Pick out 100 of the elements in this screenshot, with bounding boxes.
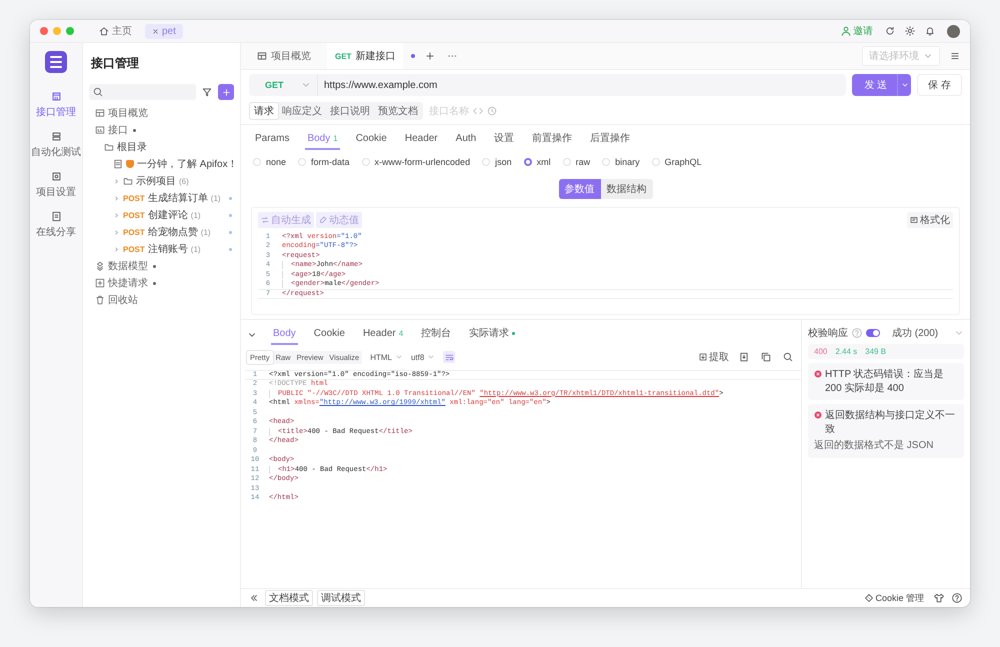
section-tab[interactable]: 接口说明: [326, 103, 374, 119]
request-tab[interactable]: Cookie: [354, 130, 389, 150]
response-tab[interactable]: Cookie: [312, 326, 347, 344]
error-detail: 返回的数据格式不是 JSON: [814, 439, 934, 452]
error-title: HTTP 状态码错误：应当是 200 实际却是 400: [825, 368, 945, 395]
validation-result[interactable]: 成功 (200): [892, 326, 938, 340]
body-type-option[interactable]: json: [482, 157, 512, 167]
add-button[interactable]: [218, 84, 234, 100]
chevron-icon[interactable]: [113, 228, 120, 236]
request-tab[interactable]: Auth: [454, 130, 478, 150]
wrap-button[interactable]: [443, 351, 456, 363]
close-icon: [152, 28, 159, 34]
tree-item[interactable]: 项目概览: [108, 106, 148, 120]
body-type-option[interactable]: binary: [602, 157, 640, 167]
body-type-option[interactable]: x-www-form-urlencoded: [362, 157, 470, 167]
response-tab[interactable]: Body: [271, 326, 298, 344]
mode-button[interactable]: 调试模式: [317, 590, 365, 606]
api-icon: [50, 91, 62, 102]
chevron-icon[interactable]: [113, 194, 120, 202]
shirt-icon[interactable]: [932, 591, 946, 605]
maximize-button[interactable]: [66, 27, 74, 35]
item-count: (1): [190, 244, 201, 254]
url-field[interactable]: GET https://www.example.com: [249, 74, 846, 96]
validation-label: 校验响应: [808, 326, 848, 340]
nav-item[interactable]: 项目设置: [36, 171, 76, 199]
cookie-button[interactable]: Cookie 管理: [865, 592, 924, 604]
nav-item[interactable]: 在线分享: [36, 211, 76, 239]
history-icon: [487, 106, 497, 116]
tree-item[interactable]: 注销账号: [148, 242, 188, 256]
editor-tab[interactable]: GET 新建接口: [327, 43, 404, 69]
response-tab[interactable]: Header 4: [360, 326, 406, 344]
copy-icon[interactable]: [759, 350, 773, 364]
tree-item[interactable]: 一分钟，了解 Apifox！: [137, 157, 238, 171]
tree-item[interactable]: 快捷请求: [108, 276, 148, 290]
section-tab[interactable]: 请求: [250, 103, 278, 119]
item-count: (1): [200, 228, 211, 236]
editor-tab[interactable]: 项目概览: [249, 43, 319, 69]
body-type-option[interactable]: raw: [562, 157, 590, 167]
chevron-icon[interactable]: [113, 178, 120, 184]
window-tab[interactable]: 主页: [92, 22, 139, 40]
chevron-icon[interactable]: [113, 246, 120, 252]
nav-item[interactable]: 自动化测试: [31, 131, 81, 159]
tree-item[interactable]: 接口: [108, 123, 128, 137]
encoding-select[interactable]: utf8: [410, 352, 436, 362]
error-title: 返回数据结构与接口定义不一致: [825, 409, 956, 436]
search-icon: [93, 87, 103, 97]
error-icon: [814, 411, 822, 419]
view-toggle[interactable]: 参数值: [558, 179, 600, 199]
tree-item[interactable]: 根目录: [117, 140, 147, 154]
method-label: POST: [123, 210, 145, 220]
request-tab[interactable]: 设置: [492, 129, 516, 151]
section-tab[interactable]: 预览文档: [374, 103, 422, 119]
request-tab[interactable]: Params: [253, 130, 292, 150]
request-tab[interactable]: 后置操作: [588, 129, 632, 151]
status-dot: [229, 230, 232, 234]
emoji-icon: [126, 160, 134, 168]
chevron-icon[interactable]: [113, 212, 120, 218]
radio-button[interactable]: [524, 158, 532, 166]
request-tab[interactable]: 前置操作: [530, 129, 574, 151]
close-button[interactable]: [40, 27, 48, 35]
request-tab[interactable]: Header: [402, 130, 440, 150]
extract-icon: [699, 353, 707, 361]
caret-icon[interactable]: [153, 282, 156, 284]
settings-icon[interactable]: [903, 24, 917, 38]
body-type-option[interactable]: form-data: [298, 157, 350, 167]
body-type-option[interactable]: xml: [524, 157, 551, 167]
tree-item[interactable]: 给宠物点赞: [148, 225, 198, 239]
response-tab[interactable]: 控制台: [419, 324, 454, 346]
mode-button[interactable]: 文档模式: [265, 590, 313, 606]
app-logo: [45, 51, 67, 73]
status-dot: [229, 214, 232, 216]
body-type-option[interactable]: GraphQL: [652, 157, 702, 167]
nav-item[interactable]: 接口管理: [36, 91, 76, 119]
request-tab[interactable]: Body 1: [305, 130, 340, 150]
section-tab[interactable]: 响应定义: [278, 103, 326, 119]
response-tab[interactable]: 实际请求: [467, 324, 518, 346]
tree-item[interactable]: 创建评论: [148, 208, 188, 222]
status-dot: [229, 196, 232, 200]
tree-item[interactable]: 回收站: [108, 293, 138, 307]
search-field[interactable]: [89, 84, 196, 100]
document-icon: [113, 159, 123, 169]
item-count: (1): [210, 194, 221, 202]
caret-icon[interactable]: [133, 128, 136, 132]
save-button[interactable]: 保 存: [917, 74, 962, 96]
body-type-option[interactable]: none: [253, 157, 286, 167]
view-toggle[interactable]: 数据结构: [600, 179, 652, 199]
status-code: 400: [814, 347, 828, 356]
extract-button[interactable]: 提取: [699, 350, 729, 364]
validation-toggle[interactable]: [866, 329, 880, 337]
help-icon[interactable]: [950, 591, 964, 605]
avatar[interactable]: [947, 24, 960, 38]
response-size: 349 B: [865, 347, 886, 356]
chevron-down-icon: [427, 353, 436, 361]
caret-icon[interactable]: [153, 264, 156, 268]
search-icon[interactable]: [781, 350, 795, 364]
tree-item[interactable]: 示例项目: [136, 174, 176, 188]
format-select[interactable]: HTML: [370, 352, 403, 362]
tree-item[interactable]: 生成结算订单: [148, 191, 208, 205]
tree-item[interactable]: 数据模型: [108, 259, 148, 273]
format-button[interactable]: 格式化: [907, 212, 953, 228]
